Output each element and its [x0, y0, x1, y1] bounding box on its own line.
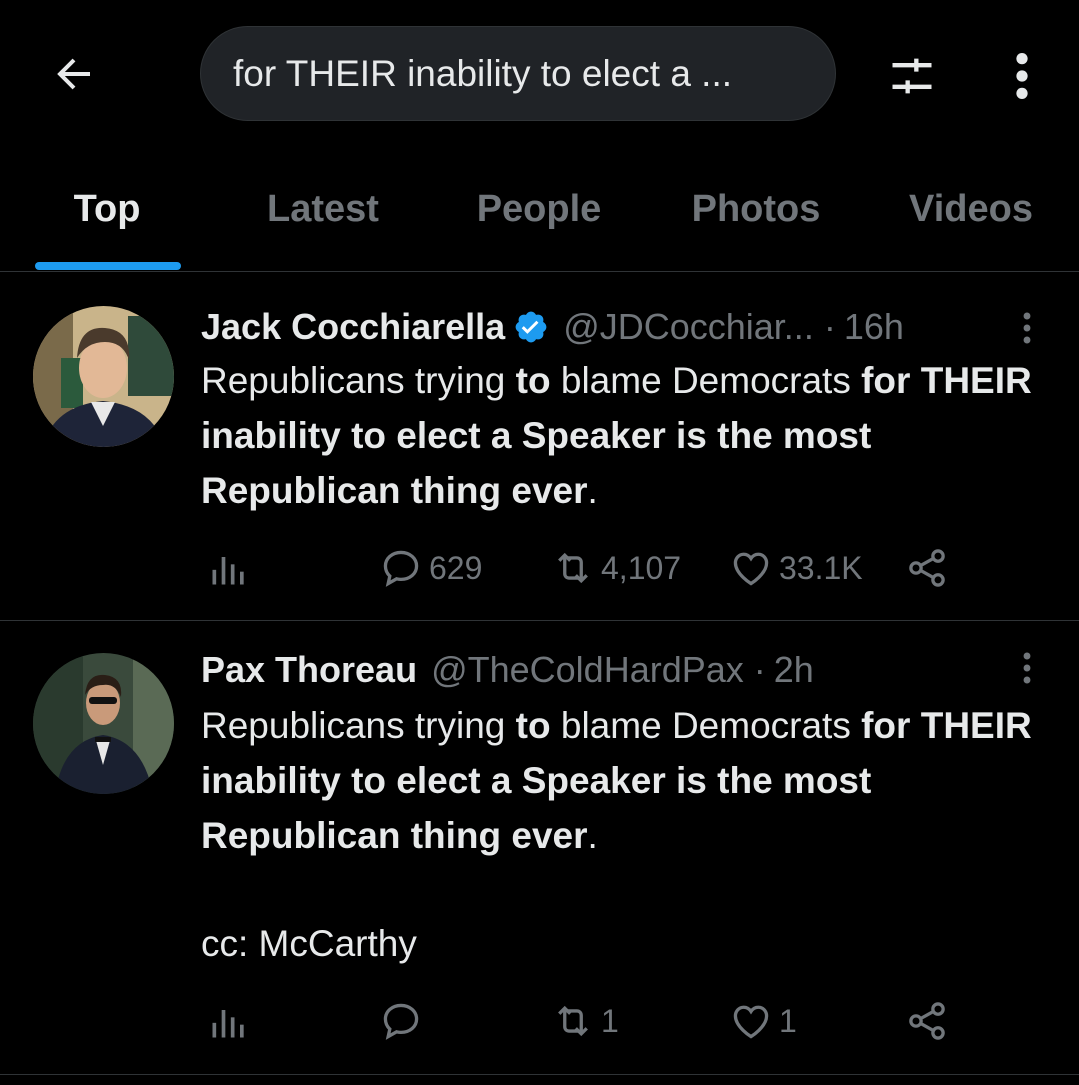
tweet-text-highlight: to — [515, 705, 551, 746]
tweet-header: Jack Cocchiarella @JDCocchiar... · 16h — [201, 306, 904, 348]
speech-bubble-icon — [383, 550, 419, 587]
retweet-button[interactable]: 4,107 — [551, 543, 681, 593]
tweet-text-part: blame Democrats — [550, 360, 862, 401]
separator-dot: · — [823, 306, 836, 347]
user-handle[interactable]: @JDCocchiar... — [563, 306, 814, 348]
verified-badge-icon — [513, 309, 549, 345]
tab-top[interactable]: Top — [74, 188, 141, 231]
top-bar: for THEIR inability to elect a ... — [0, 0, 1079, 150]
tab-people[interactable]: People — [477, 188, 602, 231]
tweet-text: Republicans trying to blame Democrats fo… — [201, 353, 1041, 518]
tweet-more-button[interactable] — [1012, 643, 1042, 693]
retweet-arrows-icon — [558, 552, 588, 584]
search-filter-button[interactable] — [880, 44, 944, 108]
share-nodes-icon — [909, 1002, 945, 1040]
bar-chart-icon — [212, 557, 244, 585]
retweet-arrows-icon — [558, 1005, 588, 1037]
tweet-cc-line: cc: McCarthy — [201, 923, 417, 964]
views-button[interactable] — [207, 543, 251, 593]
tweet-actions: 1 1 — [201, 996, 961, 1046]
views-button[interactable] — [207, 996, 251, 1046]
tweet-text-part: . — [587, 815, 598, 856]
tab-latest[interactable]: Latest — [267, 188, 379, 231]
reply-count: 629 — [429, 549, 483, 586]
bar-chart-icon — [212, 1010, 244, 1038]
share-button[interactable] — [905, 543, 949, 593]
tweet-header: Pax Thoreau @TheColdHardPax · 2h — [201, 649, 814, 691]
vertical-dots-icon — [1016, 53, 1028, 99]
search-query: for THEIR inability to elect a ... — [233, 52, 733, 94]
vertical-dots-icon — [1023, 652, 1031, 684]
retweet-count: 1 — [601, 1002, 619, 1039]
tweet-time[interactable]: 16h — [844, 306, 904, 348]
share-button[interactable] — [905, 996, 949, 1046]
reply-button[interactable] — [379, 996, 429, 1046]
tab-photos[interactable]: Photos — [692, 188, 821, 231]
avatar[interactable] — [33, 653, 174, 794]
tweet-text-highlight: for — [861, 705, 911, 746]
tweet-time[interactable]: 2h — [774, 649, 814, 691]
tweet-text-part: . — [587, 470, 598, 511]
tweet-text: Republicans trying to blame Democrats fo… — [201, 698, 1041, 863]
tweet-text-part: Republicans trying — [201, 705, 516, 746]
reply-button[interactable]: 629 — [379, 543, 482, 593]
search-tabs: Top Latest People Photos Videos — [0, 160, 1079, 272]
tweet-actions: 629 4,107 33.1K — [201, 543, 961, 593]
active-tab-indicator — [35, 262, 181, 270]
user-handle[interactable]: @TheColdHardPax — [431, 649, 744, 691]
speech-bubble-icon — [383, 1003, 419, 1040]
like-count: 1 — [779, 1002, 797, 1039]
tweet[interactable]: Pax Thoreau @TheColdHardPax · 2h Republi… — [0, 621, 1079, 1075]
sliders-icon — [892, 58, 932, 94]
display-name[interactable]: Pax Thoreau — [201, 649, 417, 691]
like-count: 33.1K — [779, 549, 863, 586]
search-input[interactable]: for THEIR inability to elect a ... — [200, 26, 836, 121]
avatar[interactable] — [33, 306, 174, 447]
retweet-button[interactable]: 1 — [551, 996, 619, 1046]
heart-icon — [733, 1005, 769, 1039]
back-button[interactable] — [44, 44, 104, 104]
tweet-text-part: blame Democrats — [550, 705, 862, 746]
vertical-dots-icon — [1023, 312, 1031, 344]
tweet[interactable]: Jack Cocchiarella @JDCocchiar... · 16h R… — [0, 273, 1079, 621]
more-options-button[interactable] — [996, 44, 1048, 108]
heart-icon — [733, 552, 769, 586]
tweet-text-highlight: for — [861, 360, 911, 401]
like-button[interactable]: 1 — [729, 996, 797, 1046]
arrow-left-icon — [57, 58, 90, 90]
tweet-text-part: Republicans trying — [201, 360, 516, 401]
retweet-count: 4,107 — [601, 549, 682, 586]
separator-dot: · — [753, 649, 766, 690]
share-nodes-icon — [909, 549, 945, 587]
like-button[interactable]: 33.1K — [729, 543, 863, 593]
tweet-more-button[interactable] — [1012, 303, 1042, 353]
display-name[interactable]: Jack Cocchiarella — [201, 306, 505, 348]
tweet-text-highlight: to — [515, 360, 551, 401]
tab-videos[interactable]: Videos — [909, 188, 1033, 231]
